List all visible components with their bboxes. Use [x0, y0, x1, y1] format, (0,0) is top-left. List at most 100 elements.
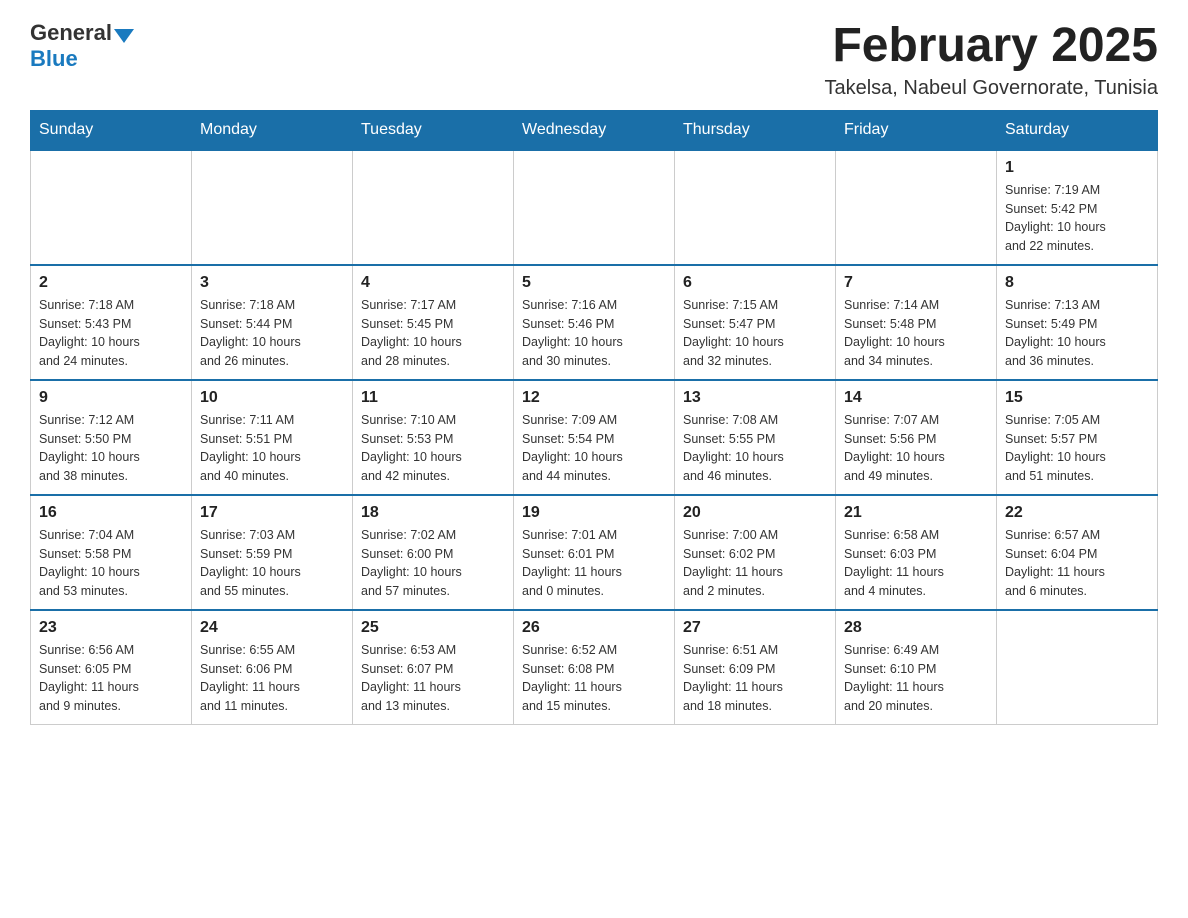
day-number: 8	[1005, 274, 1149, 292]
calendar-cell: 15 Sunrise: 7:05 AM Sunset: 5:57 PM Dayli…	[997, 380, 1158, 495]
calendar-week-row: 1 Sunrise: 7:19 AM Sunset: 5:42 PM Daylig…	[31, 150, 1158, 265]
day-info: Sunrise: 7:12 AM Sunset: 5:50 PM Dayligh…	[39, 411, 183, 486]
month-title: February 2025	[824, 20, 1158, 73]
calendar-cell	[192, 150, 353, 265]
day-info: Sunrise: 6:53 AM Sunset: 6:07 PM Dayligh…	[361, 641, 505, 716]
day-number: 4	[361, 274, 505, 292]
title-section: February 2025 Takelsa, Nabeul Governorat…	[824, 20, 1158, 100]
calendar-cell: 4Sunrise: 7:17 AM Sunset: 5:45 PM Daylig…	[353, 265, 514, 380]
day-info: Sunrise: 6:52 AM Sunset: 6:08 PM Dayligh…	[522, 641, 666, 716]
weekday-header-monday: Monday	[192, 110, 353, 150]
calendar-cell: 13 Sunrise: 7:08 AM Sunset: 5:55 PM Dayli…	[675, 380, 836, 495]
calendar-cell	[353, 150, 514, 265]
day-number: 16	[39, 504, 183, 522]
page-header: General Blue February 2025 Takelsa, Nabe…	[30, 20, 1158, 100]
day-number: 21	[844, 504, 988, 522]
calendar-cell: 6Sunrise: 7:15 AM Sunset: 5:47 PM Daylig…	[675, 265, 836, 380]
day-number: 22	[1005, 504, 1149, 522]
day-number: 23	[39, 619, 183, 637]
calendar-cell: 5 Sunrise: 7:16 AM Sunset: 5:46 PM Daylig…	[514, 265, 675, 380]
day-info: Sunrise: 7:14 AM Sunset: 5:48 PM Dayligh…	[844, 296, 988, 371]
day-info: Sunrise: 6:55 AM Sunset: 6:06 PM Dayligh…	[200, 641, 344, 716]
day-info: Sunrise: 7:13 AM Sunset: 5:49 PM Dayligh…	[1005, 296, 1149, 371]
weekday-header-saturday: Saturday	[997, 110, 1158, 150]
day-info: Sunrise: 6:51 AM Sunset: 6:09 PM Dayligh…	[683, 641, 827, 716]
logo: General Blue	[30, 20, 134, 72]
day-number: 12	[522, 389, 666, 407]
day-number: 18	[361, 504, 505, 522]
calendar-cell: 27Sunrise: 6:51 AM Sunset: 6:09 PM Dayli…	[675, 610, 836, 725]
weekday-header-tuesday: Tuesday	[353, 110, 514, 150]
day-info: Sunrise: 7:07 AM Sunset: 5:56 PM Dayligh…	[844, 411, 988, 486]
weekday-header-row: SundayMondayTuesdayWednesdayThursdayFrid…	[31, 110, 1158, 150]
calendar-cell: 1 Sunrise: 7:19 AM Sunset: 5:42 PM Daylig…	[997, 150, 1158, 265]
day-number: 28	[844, 619, 988, 637]
calendar-cell: 26Sunrise: 6:52 AM Sunset: 6:08 PM Dayli…	[514, 610, 675, 725]
calendar-cell: 20Sunrise: 7:00 AM Sunset: 6:02 PM Dayli…	[675, 495, 836, 610]
calendar-cell: 22 Sunrise: 6:57 AM Sunset: 6:04 PM Dayli…	[997, 495, 1158, 610]
calendar-cell: 12 Sunrise: 7:09 AM Sunset: 5:54 PM Dayli…	[514, 380, 675, 495]
day-number: 3	[200, 274, 344, 292]
day-info: Sunrise: 7:18 AM Sunset: 5:44 PM Dayligh…	[200, 296, 344, 371]
weekday-header-friday: Friday	[836, 110, 997, 150]
day-number: 1	[1005, 159, 1149, 177]
calendar-table: SundayMondayTuesdayWednesdayThursdayFrid…	[30, 110, 1158, 725]
day-number: 19	[522, 504, 666, 522]
day-info: Sunrise: 6:56 AM Sunset: 6:05 PM Dayligh…	[39, 641, 183, 716]
calendar-week-row: 16 Sunrise: 7:04 AM Sunset: 5:58 PM Dayli…	[31, 495, 1158, 610]
day-info: Sunrise: 7:15 AM Sunset: 5:47 PM Dayligh…	[683, 296, 827, 371]
day-number: 11	[361, 389, 505, 407]
day-number: 10	[200, 389, 344, 407]
day-number: 24	[200, 619, 344, 637]
day-info: Sunrise: 7:11 AM Sunset: 5:51 PM Dayligh…	[200, 411, 344, 486]
calendar-cell: 18 Sunrise: 7:02 AM Sunset: 6:00 PM Dayli…	[353, 495, 514, 610]
calendar-cell: 8 Sunrise: 7:13 AM Sunset: 5:49 PM Daylig…	[997, 265, 1158, 380]
day-info: Sunrise: 7:03 AM Sunset: 5:59 PM Dayligh…	[200, 526, 344, 601]
weekday-header-wednesday: Wednesday	[514, 110, 675, 150]
day-number: 14	[844, 389, 988, 407]
calendar-cell	[997, 610, 1158, 725]
calendar-cell	[31, 150, 192, 265]
calendar-cell: 23 Sunrise: 6:56 AM Sunset: 6:05 PM Dayli…	[31, 610, 192, 725]
calendar-cell: 16 Sunrise: 7:04 AM Sunset: 5:58 PM Dayli…	[31, 495, 192, 610]
logo-blue-text: Blue	[30, 46, 78, 72]
logo-arrow-icon	[114, 29, 134, 43]
day-number: 9	[39, 389, 183, 407]
calendar-cell: 17 Sunrise: 7:03 AM Sunset: 5:59 PM Dayli…	[192, 495, 353, 610]
calendar-cell: 7 Sunrise: 7:14 AM Sunset: 5:48 PM Daylig…	[836, 265, 997, 380]
day-number: 17	[200, 504, 344, 522]
day-info: Sunrise: 7:04 AM Sunset: 5:58 PM Dayligh…	[39, 526, 183, 601]
calendar-cell: 11 Sunrise: 7:10 AM Sunset: 5:53 PM Dayli…	[353, 380, 514, 495]
day-info: Sunrise: 6:49 AM Sunset: 6:10 PM Dayligh…	[844, 641, 988, 716]
day-info: Sunrise: 7:08 AM Sunset: 5:55 PM Dayligh…	[683, 411, 827, 486]
day-number: 15	[1005, 389, 1149, 407]
calendar-cell: 25 Sunrise: 6:53 AM Sunset: 6:07 PM Dayli…	[353, 610, 514, 725]
calendar-cell: 28 Sunrise: 6:49 AM Sunset: 6:10 PM Dayli…	[836, 610, 997, 725]
day-info: Sunrise: 7:02 AM Sunset: 6:00 PM Dayligh…	[361, 526, 505, 601]
calendar-cell: 2Sunrise: 7:18 AM Sunset: 5:43 PM Daylig…	[31, 265, 192, 380]
day-info: Sunrise: 7:16 AM Sunset: 5:46 PM Dayligh…	[522, 296, 666, 371]
weekday-header-thursday: Thursday	[675, 110, 836, 150]
day-number: 13	[683, 389, 827, 407]
calendar-week-row: 23 Sunrise: 6:56 AM Sunset: 6:05 PM Dayli…	[31, 610, 1158, 725]
calendar-cell	[514, 150, 675, 265]
day-info: Sunrise: 7:10 AM Sunset: 5:53 PM Dayligh…	[361, 411, 505, 486]
calendar-cell	[675, 150, 836, 265]
day-number: 2	[39, 274, 183, 292]
calendar-cell	[836, 150, 997, 265]
calendar-week-row: 2Sunrise: 7:18 AM Sunset: 5:43 PM Daylig…	[31, 265, 1158, 380]
day-info: Sunrise: 7:19 AM Sunset: 5:42 PM Dayligh…	[1005, 181, 1149, 256]
day-number: 25	[361, 619, 505, 637]
day-info: Sunrise: 6:57 AM Sunset: 6:04 PM Dayligh…	[1005, 526, 1149, 601]
day-number: 5	[522, 274, 666, 292]
logo-general-text: General	[30, 20, 112, 46]
calendar-cell: 14 Sunrise: 7:07 AM Sunset: 5:56 PM Dayli…	[836, 380, 997, 495]
day-number: 7	[844, 274, 988, 292]
calendar-cell: 9 Sunrise: 7:12 AM Sunset: 5:50 PM Daylig…	[31, 380, 192, 495]
day-info: Sunrise: 7:09 AM Sunset: 5:54 PM Dayligh…	[522, 411, 666, 486]
day-info: Sunrise: 7:05 AM Sunset: 5:57 PM Dayligh…	[1005, 411, 1149, 486]
calendar-cell: 24 Sunrise: 6:55 AM Sunset: 6:06 PM Dayli…	[192, 610, 353, 725]
weekday-header-sunday: Sunday	[31, 110, 192, 150]
calendar-cell: 3 Sunrise: 7:18 AM Sunset: 5:44 PM Daylig…	[192, 265, 353, 380]
calendar-cell: 19Sunrise: 7:01 AM Sunset: 6:01 PM Dayli…	[514, 495, 675, 610]
